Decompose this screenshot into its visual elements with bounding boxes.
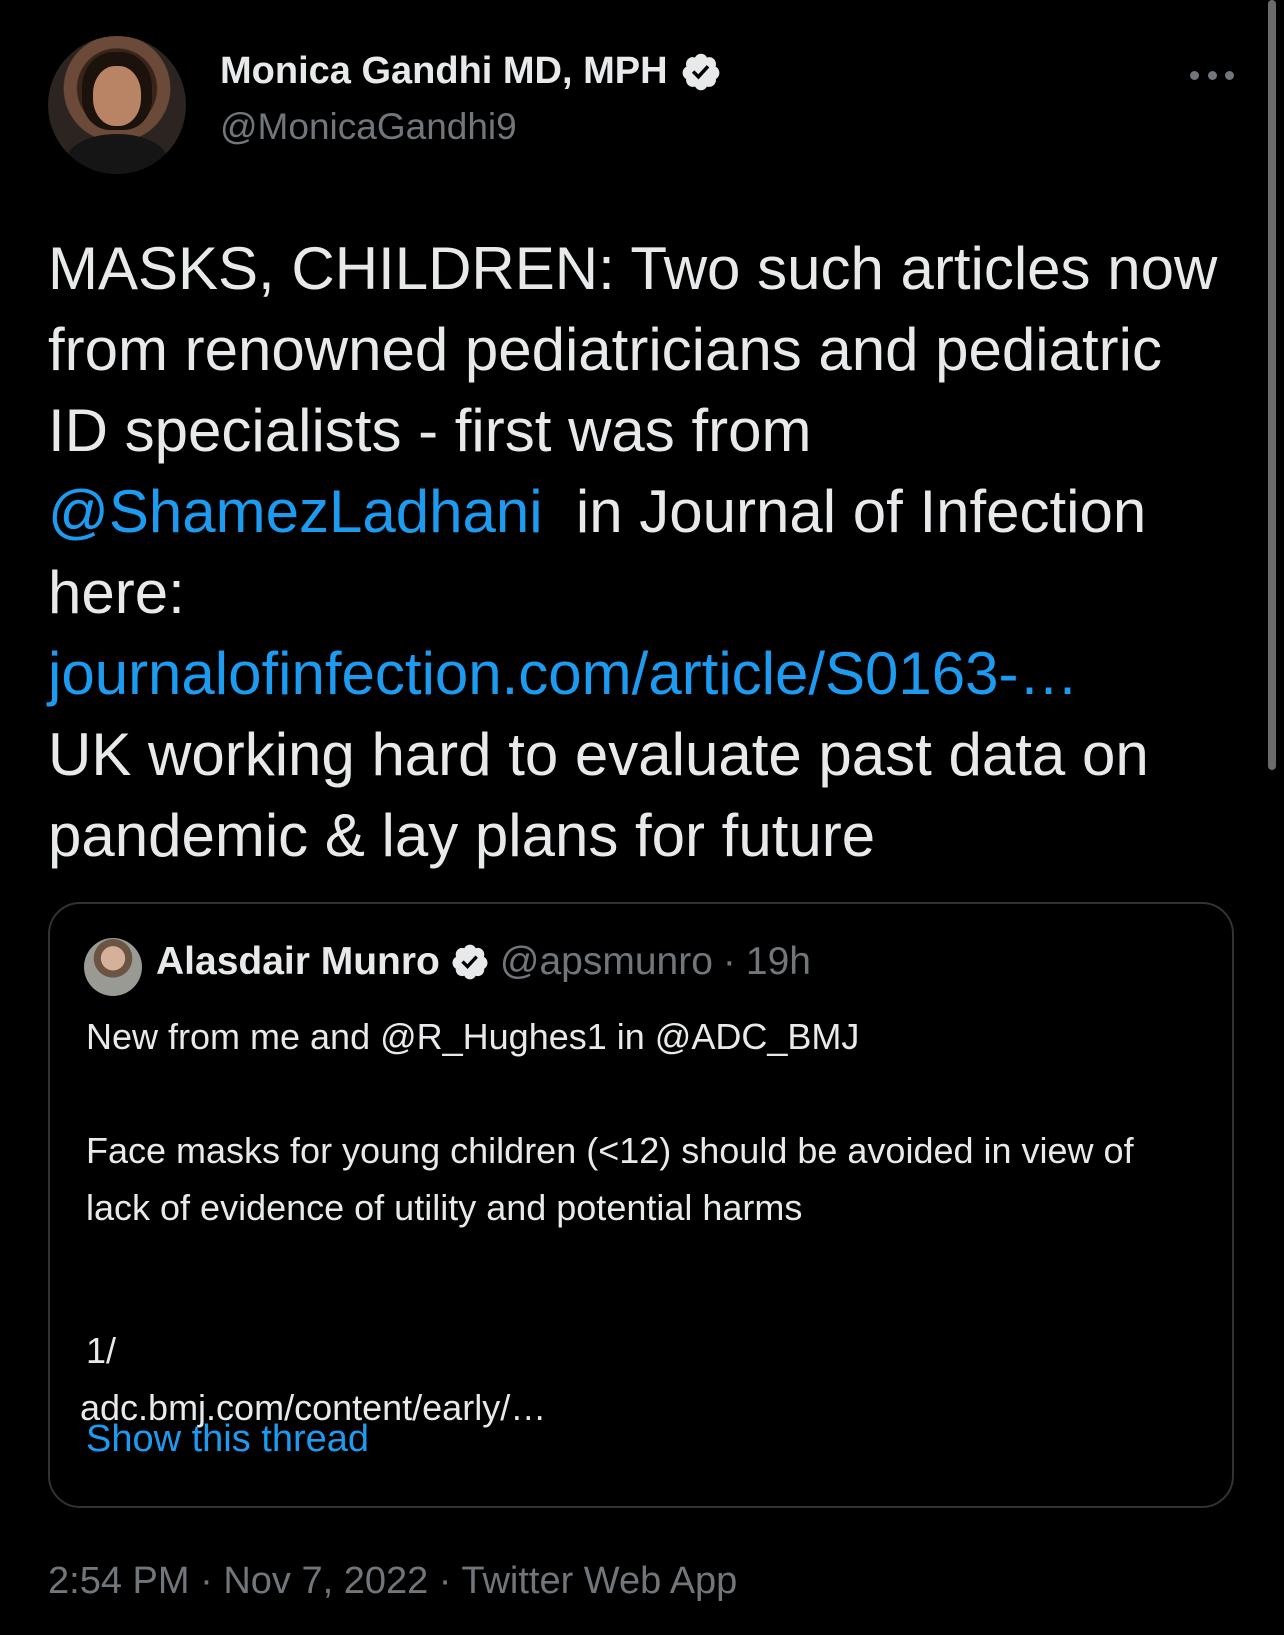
quoted-tweet-header: Alasdair Munro @apsmunro · 19h: [156, 940, 811, 984]
avatar-shoulders: [66, 134, 168, 174]
author-name[interactable]: Monica Gandhi MD, MPH: [220, 50, 722, 93]
verified-badge-icon: [452, 944, 488, 980]
separator-dot: ·: [438, 1560, 452, 1602]
quoted-line-1: New from me and @R_Hughes1 in @ADC_BMJ: [86, 1016, 860, 1057]
scrollbar[interactable]: [1268, 0, 1276, 770]
avatar-face: [93, 66, 141, 126]
more-dot: [1190, 70, 1199, 80]
quoted-tweet-text: New from me and @R_Hughes1 in @ADC_BMJ F…: [80, 1008, 1206, 1436]
tweet-metadata: 2:54 PM · Nov 7, 2022 · Twitter Web App: [48, 1560, 737, 1603]
quoted-author-avatar[interactable]: [84, 938, 142, 996]
more-options-icon[interactable]: [1190, 60, 1234, 90]
more-dot: [1207, 70, 1217, 80]
separator-dot: ·: [200, 1560, 213, 1602]
tweet-text-part3: UK working hard to evaluate past data on…: [48, 721, 1149, 869]
author-name-text[interactable]: Monica Gandhi MD, MPH: [220, 50, 668, 93]
quoted-author-handle[interactable]: @apsmunro: [500, 940, 713, 984]
quoted-tweet[interactable]: Alasdair Munro @apsmunro · 19h New from …: [48, 902, 1234, 1508]
verified-badge-icon: [682, 53, 719, 90]
author-avatar[interactable]: [48, 36, 186, 174]
author-handle[interactable]: @MonicaGandhi9: [220, 106, 517, 148]
tweet-time[interactable]: 2:54 PM: [48, 1560, 190, 1602]
tweet-source[interactable]: Twitter Web App: [461, 1560, 737, 1602]
quoted-line-3: 1/: [86, 1330, 117, 1371]
quoted-author-name[interactable]: Alasdair Munro: [156, 940, 440, 984]
separator-dot: ·: [722, 940, 736, 983]
more-dot: [1225, 70, 1234, 80]
mention-link[interactable]: @ShamezLadhani: [48, 478, 543, 545]
show-thread-link[interactable]: Show this thread: [86, 1418, 369, 1461]
quoted-line-2: Face masks for young children (<12) shou…: [86, 1130, 1134, 1228]
quoted-tweet-time[interactable]: 19h: [746, 940, 811, 984]
article-link[interactable]: journalofinfection.com/article/S0163-…: [48, 640, 1079, 707]
tweet-text: MASKS, CHILDREN: Two such articles now f…: [48, 228, 1228, 876]
tweet-text-part1: MASKS, CHILDREN: Two such articles now f…: [48, 235, 1218, 464]
tweet-date[interactable]: Nov 7, 2022: [223, 1560, 428, 1602]
